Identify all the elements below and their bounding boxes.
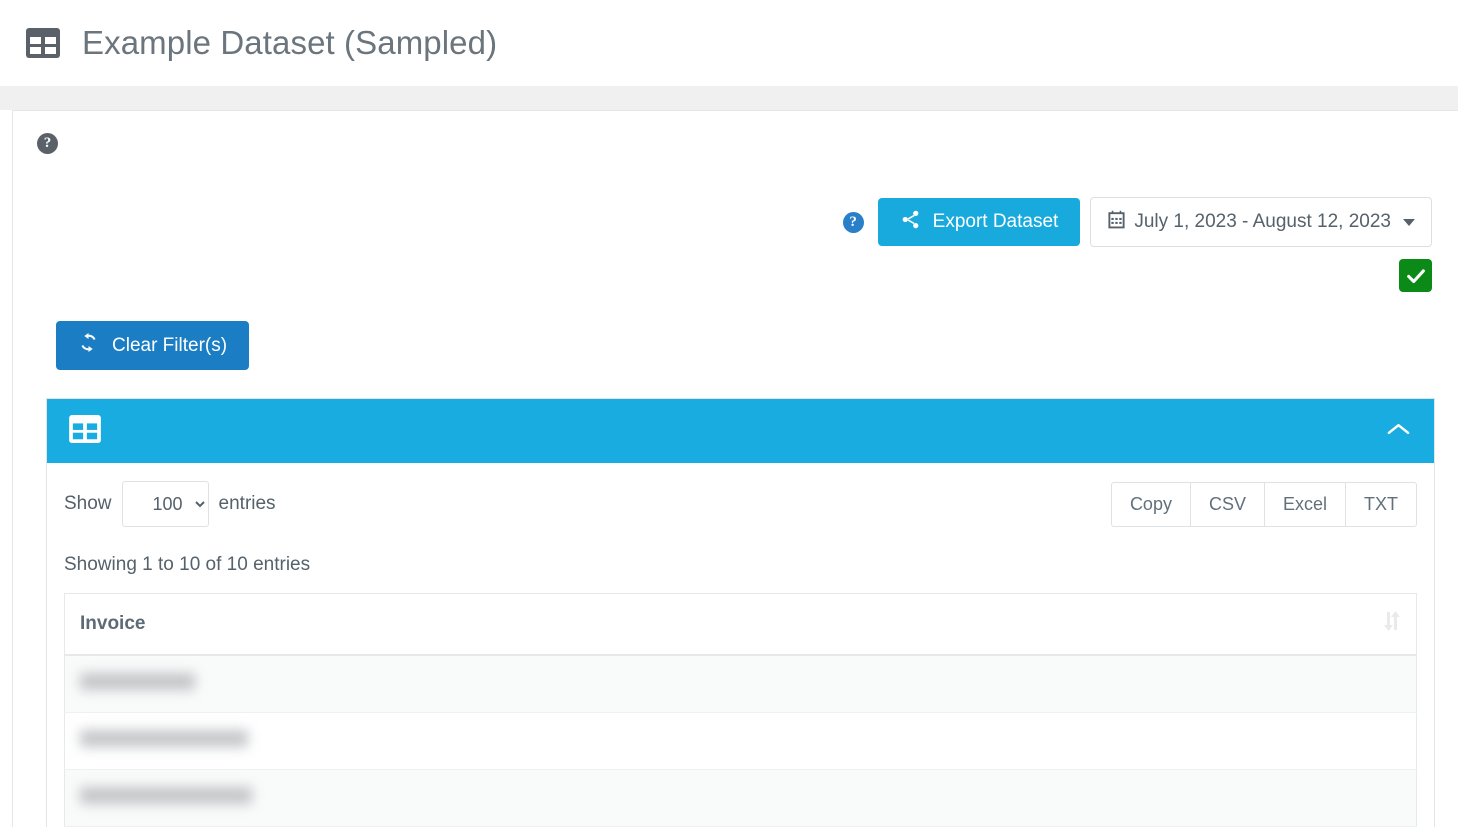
entries-label: entries xyxy=(218,493,276,514)
table-row[interactable] xyxy=(64,712,1417,770)
table-info: Showing 1 to 10 of 10 entries xyxy=(64,554,311,575)
export-dataset-label: Export Dataset xyxy=(932,211,1059,232)
redacted-value xyxy=(80,730,248,747)
dataset-toolbar: ? Export Dataset July 1, 2023 - August 1… xyxy=(13,197,1458,247)
column-header-invoice[interactable]: Invoice xyxy=(64,593,1417,656)
refresh-icon xyxy=(78,332,99,359)
check-square-icon[interactable] xyxy=(1399,259,1432,292)
dataset-panel: Show 100 entries Copy CSV Excel TXT Show… xyxy=(46,398,1435,827)
page-gray-band xyxy=(0,86,1458,110)
dataset-table: Invoice xyxy=(64,593,1417,827)
clear-filters-label: Clear Filter(s) xyxy=(112,334,228,356)
redacted-value xyxy=(80,673,195,690)
cell-invoice xyxy=(64,712,1417,770)
table-export-buttons: Copy CSV Excel TXT xyxy=(1110,481,1417,527)
csv-button[interactable]: CSV xyxy=(1189,481,1264,527)
export-help-icon[interactable]: ? xyxy=(842,211,864,233)
status-badge-row xyxy=(13,259,1458,292)
calendar-icon xyxy=(1107,210,1126,235)
page-length-select[interactable]: 100 xyxy=(121,481,209,527)
column-header-label: Invoice xyxy=(80,613,146,634)
page-length-control: Show 100 entries xyxy=(64,481,276,527)
share-icon xyxy=(900,209,921,236)
cell-invoice xyxy=(64,769,1417,827)
caret-down-icon xyxy=(1403,218,1415,226)
dataset-panel-header xyxy=(47,399,1434,463)
clear-filters-button[interactable]: Clear Filter(s) xyxy=(56,321,250,370)
page-title: Example Dataset (Sampled) xyxy=(82,24,498,61)
dataset-panel-body: Show 100 entries Copy CSV Excel TXT Show… xyxy=(47,463,1434,827)
table-controls: Show 100 entries Copy CSV Excel TXT xyxy=(64,481,1417,527)
copy-button[interactable]: Copy xyxy=(1110,481,1190,527)
txt-button[interactable]: TXT xyxy=(1345,481,1417,527)
cell-invoice xyxy=(64,655,1417,713)
card-help-row: ? xyxy=(13,111,1458,154)
table-icon xyxy=(69,414,101,448)
table-header-row: Invoice xyxy=(64,593,1417,656)
filter-toolbar: Clear Filter(s) xyxy=(13,292,1458,370)
question-circle-icon[interactable]: ? xyxy=(37,133,58,154)
table-body xyxy=(64,655,1417,827)
redacted-value xyxy=(80,787,252,804)
table-row[interactable] xyxy=(64,655,1417,713)
excel-button[interactable]: Excel xyxy=(1263,481,1345,527)
export-dataset-button[interactable]: Export Dataset xyxy=(877,198,1081,246)
date-range-label: July 1, 2023 - August 12, 2023 xyxy=(1134,211,1391,232)
sort-icon xyxy=(1382,610,1402,638)
table-icon xyxy=(26,28,60,58)
table-row[interactable] xyxy=(64,769,1417,827)
page-header: Example Dataset (Sampled) xyxy=(0,0,1458,86)
show-label: Show xyxy=(64,493,112,514)
chevron-up-icon[interactable] xyxy=(1387,422,1410,441)
content-card: ? ? Export Dataset July 1, 2023 - August… xyxy=(12,110,1458,827)
date-range-picker[interactable]: July 1, 2023 - August 12, 2023 xyxy=(1090,197,1432,247)
